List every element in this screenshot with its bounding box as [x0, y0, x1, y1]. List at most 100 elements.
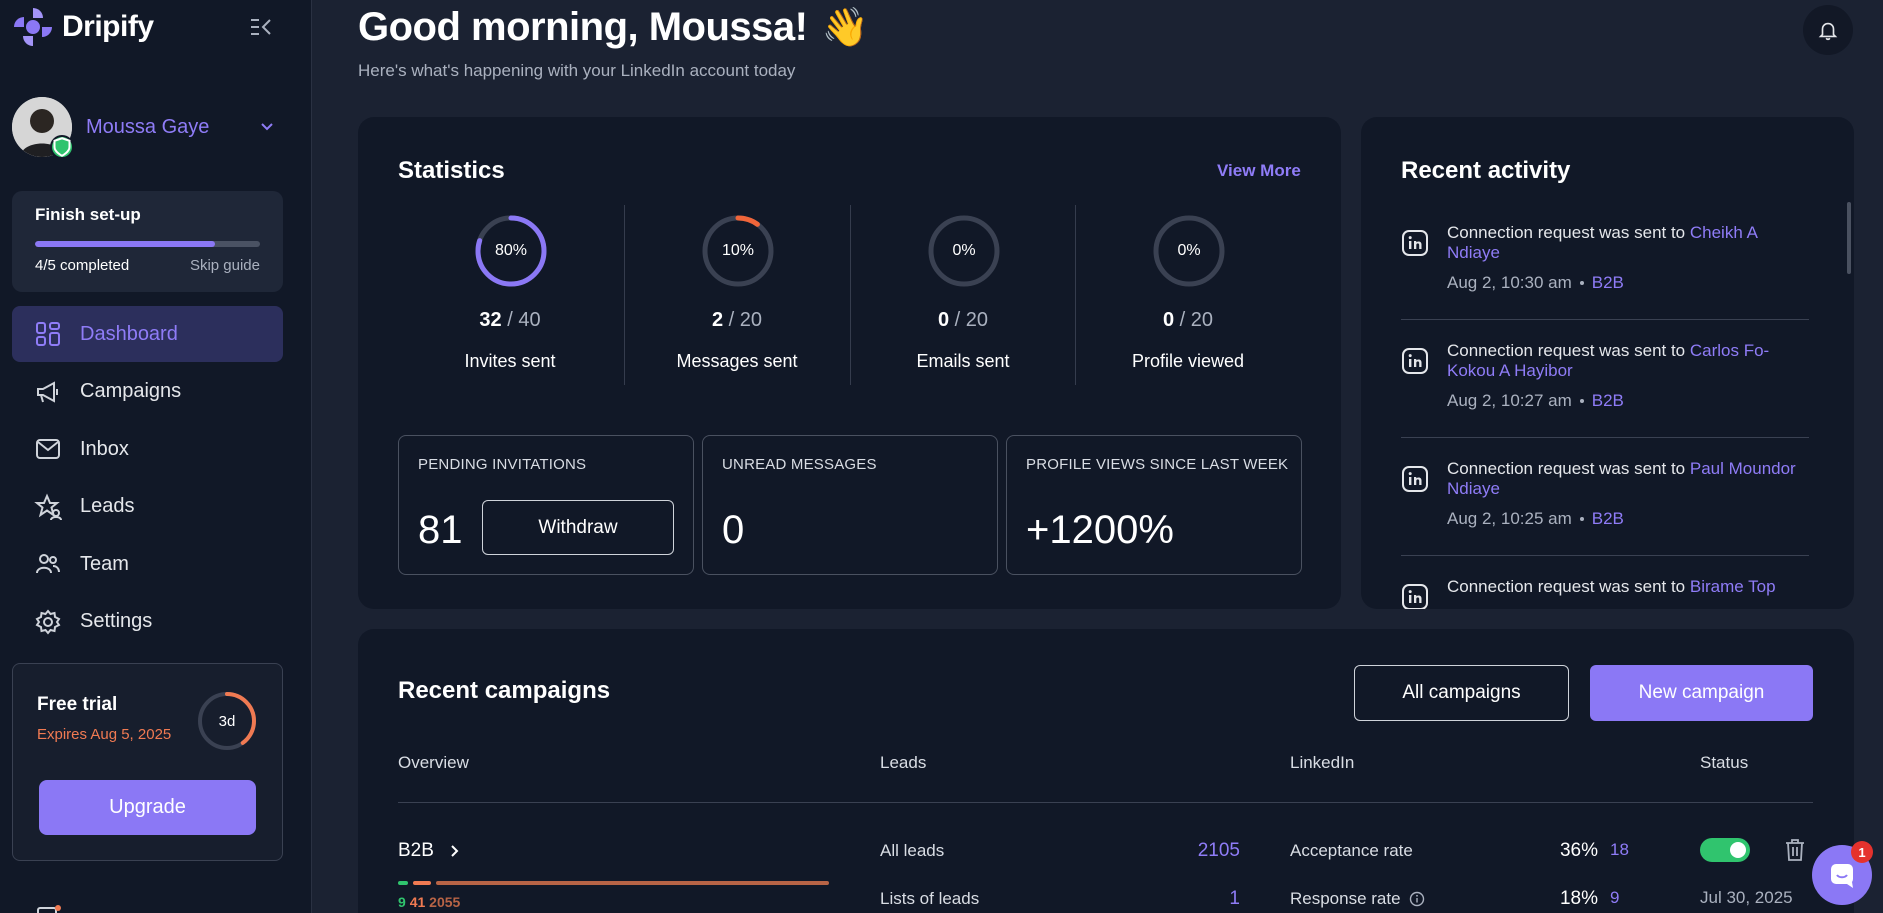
linkedin-icon [1402, 230, 1428, 256]
recent-campaigns-card: Recent campaigns All campaigns New campa… [358, 629, 1854, 913]
sidebar-item-settings[interactable]: Settings [12, 594, 283, 650]
profile-views-card: PROFILE VIEWS SINCE LAST WEEK +1200% [1006, 435, 1302, 575]
sidebar-item-team[interactable]: Team [12, 536, 283, 592]
greeting-text: Good morning, Moussa! [358, 5, 808, 49]
all-campaigns-button[interactable]: All campaigns [1354, 665, 1569, 721]
waving-hand-icon: 👋 [821, 6, 869, 49]
campaign-active-toggle[interactable] [1700, 838, 1750, 862]
pending-invitations-label: PENDING INVITATIONS [418, 456, 587, 473]
stat-count: 32 / 40 [479, 309, 541, 331]
lists-of-leads-label: Lists of leads [880, 889, 980, 908]
recent-campaigns-title: Recent campaigns [398, 677, 611, 704]
recent-activity-title: Recent activity [1401, 157, 1571, 184]
sidebar-item-leads[interactable]: Leads [12, 479, 283, 535]
divider [1401, 437, 1809, 438]
linkedin-icon [1402, 584, 1428, 609]
chevron-down-icon [261, 123, 273, 131]
sidebar-item-label: Team [80, 552, 129, 575]
chevron-right-icon [451, 845, 459, 857]
collapse-sidebar-button[interactable] [248, 14, 276, 40]
sidebar: Dripify Moussa Gaye Finish set-up 4/5 co… [0, 0, 312, 913]
all-leads-label: All leads [880, 841, 945, 860]
star-person-icon [34, 492, 62, 520]
stat-percent: 10% [721, 242, 755, 259]
stat-messages-sent: 10% 2 / 20 Messages sent [624, 205, 850, 385]
column-header-overview: Overview [398, 753, 469, 772]
divider [398, 802, 1813, 803]
sidebar-item-label: Inbox [80, 437, 129, 460]
new-campaign-button[interactable]: New campaign [1590, 665, 1813, 721]
all-leads-value[interactable]: 2105 [1140, 840, 1240, 862]
view-more-link[interactable]: View More [1217, 161, 1301, 181]
activity-item: Connection request was sent to Cheikh A … [1401, 223, 1809, 303]
skip-guide-link[interactable]: Skip guide [190, 257, 260, 274]
recent-activity-card: Recent activity Connection request was s… [1361, 117, 1854, 609]
campaign-progress-bars [398, 881, 829, 885]
unread-messages-label: UNREAD MESSAGES [722, 456, 877, 473]
unread-messages-card[interactable]: UNREAD MESSAGES 0 [702, 435, 998, 575]
profile-menu[interactable]: Moussa Gaye [12, 96, 282, 159]
trial-days-left: 3d [218, 712, 236, 730]
setup-title: Finish set-up [35, 205, 141, 224]
activity-item: Connection request was sent to Birame To… [1401, 577, 1809, 609]
trash-icon[interactable] [1784, 838, 1806, 862]
response-rate-percent: 18% [1559, 888, 1598, 909]
sidebar-item-campaigns[interactable]: Campaigns [12, 364, 283, 420]
collapse-sidebar-icon [251, 19, 271, 35]
sidebar-item-dashboard[interactable]: Dashboard [12, 306, 283, 362]
sidebar-item-label: Campaigns [80, 380, 182, 402]
lists-of-leads-value[interactable]: 1 [1140, 888, 1240, 910]
grid-icon [36, 322, 60, 346]
verified-shield-icon [50, 135, 74, 159]
campaign-date: Jul 30, 2025 [1700, 888, 1793, 907]
linkedin-icon [1402, 348, 1428, 374]
activity-text: Connection request was sent to Birame To… [1447, 577, 1776, 596]
profile-views-value: +1200% [1026, 508, 1174, 552]
statistics-card: Statistics View More 80% 32 / 40 Invites… [358, 117, 1341, 609]
stat-percent: 80% [494, 242, 528, 259]
activity-text: Connection request was sent to Paul Moun… [1447, 459, 1796, 498]
stat-label: Invites sent [464, 351, 556, 371]
divider [1401, 555, 1809, 556]
acceptance-rate-count: 18 [1610, 840, 1629, 859]
activity-meta: Aug 2, 10:27 am B2B [1447, 391, 1624, 410]
info-icon[interactable] [1409, 891, 1425, 907]
sidebar-item-inbox[interactable]: Inbox [12, 421, 283, 477]
pending-invitations-value: 81 [418, 508, 463, 552]
activity-scrollbar[interactable] [1847, 202, 1851, 274]
response-rate-count: 9 [1610, 888, 1620, 907]
stat-count: 2 / 20 [711, 309, 763, 331]
notifications-button[interactable] [1803, 5, 1853, 55]
stat-emails-sent: 0% 0 / 20 Emails sent [850, 205, 1076, 385]
campaign-tag-link[interactable]: B2B [1592, 273, 1624, 292]
gear-icon [35, 608, 61, 635]
setup-progress-bar [35, 241, 260, 247]
activity-item: Connection request was sent to Carlos Fo… [1401, 341, 1809, 421]
linkedin-icon [1402, 466, 1428, 492]
upgrade-button[interactable]: Upgrade [39, 780, 256, 835]
column-header-status: Status [1700, 753, 1749, 772]
profile-name: Moussa Gaye [86, 115, 210, 138]
free-trial-card: Free trial Expires Aug 5, 2025 3d Upgrad… [12, 663, 283, 861]
setup-completed-text: 4/5 completed [35, 257, 130, 274]
campaign-name-link[interactable]: B2B [398, 840, 462, 862]
response-rate-label: Response rate [1290, 889, 1425, 909]
lead-name-link[interactable]: Birame Top [1690, 577, 1776, 596]
sidebar-nav: Dashboard Campaigns Inbox Leads Team Set… [12, 306, 283, 651]
finish-setup-card[interactable]: Finish set-up 4/5 completed Skip guide [12, 191, 283, 292]
brand[interactable]: Dripify [12, 5, 154, 49]
column-header-leads: Leads [880, 753, 927, 772]
dripify-logo-icon [14, 8, 52, 46]
notification-bell-icon[interactable] [36, 900, 66, 913]
avatar [12, 97, 74, 159]
campaign-tag-link[interactable]: B2B [1592, 509, 1624, 528]
setup-progress-fill [35, 241, 215, 247]
stat-invites-sent: 80% 32 / 40 Invites sent [397, 205, 623, 385]
envelope-icon [36, 439, 60, 459]
page-subtitle: Here's what's happening with your Linked… [358, 61, 796, 80]
stat-count: 0 / 20 [1162, 309, 1214, 331]
stat-count: 0 / 20 [937, 309, 989, 331]
activity-item: Connection request was sent to Paul Moun… [1401, 459, 1809, 539]
withdraw-button[interactable]: Withdraw [482, 500, 674, 555]
campaign-tag-link[interactable]: B2B [1592, 391, 1624, 410]
